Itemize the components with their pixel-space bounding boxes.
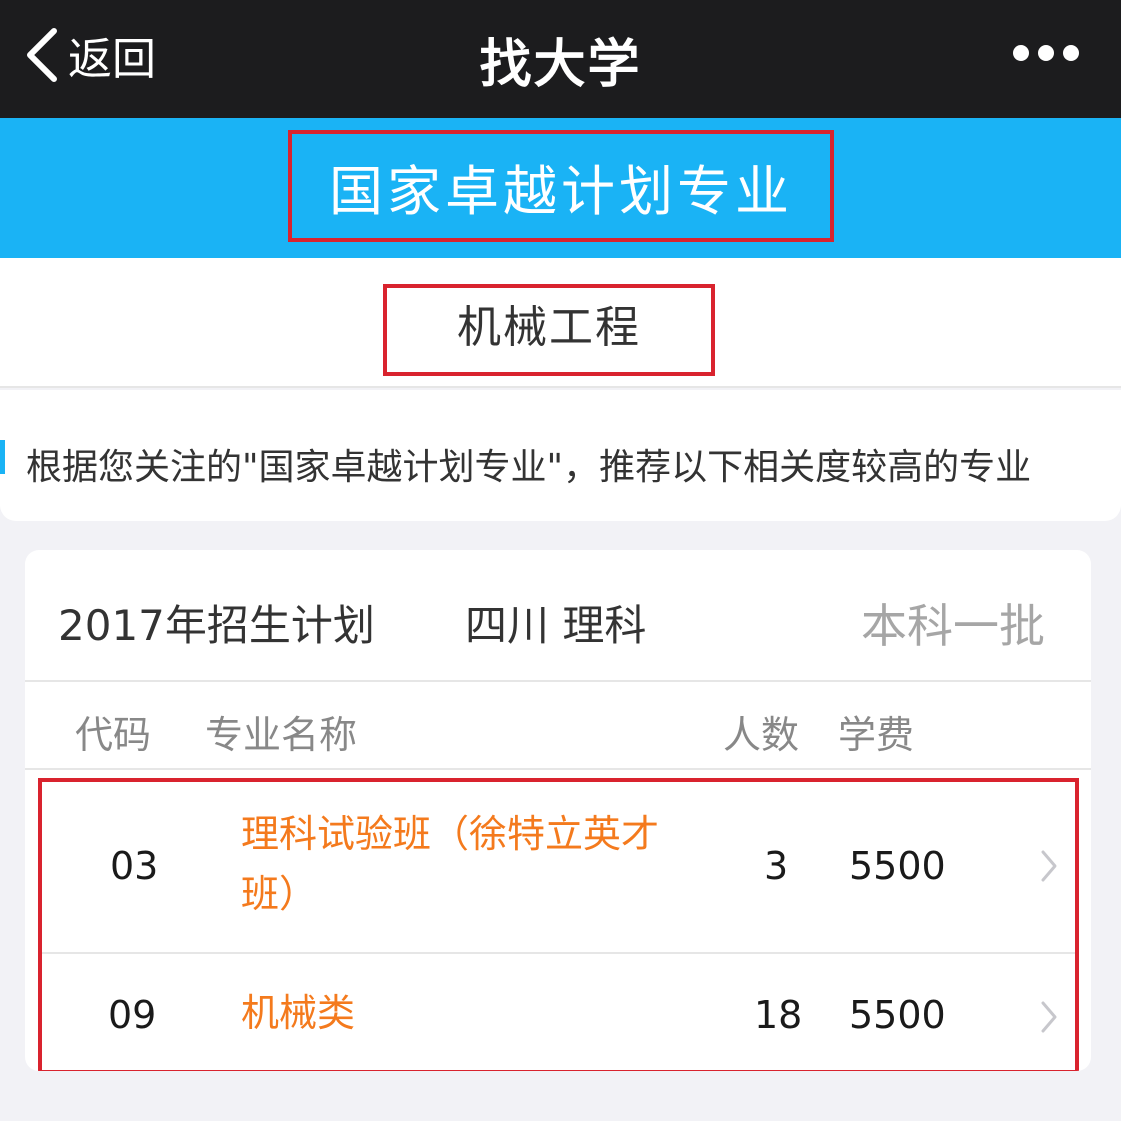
category-title: 国家卓越计划专业: [288, 130, 834, 242]
recommendation-notice: 根据您关注的"国家卓越计划专业"，推荐以下相关度较高的专业: [0, 390, 1121, 521]
chevron-right-icon: [1041, 1001, 1057, 1033]
header-name: 专业名称: [205, 713, 358, 757]
page-title: 找大学: [479, 35, 642, 95]
category-banner: 国家卓越计划专业: [0, 118, 1121, 258]
notice-text: 根据您关注的"国家卓越计划专业"，推荐以下相关度较高的专业: [26, 447, 1032, 488]
major-rows-highlight: 03 理科试验班（徐特立英才班） 3 5500 09 机械类 18 5500: [38, 778, 1079, 1071]
enrollment-plan-card: 2017年招生计划 四川 理科 本科一批 代码 专业名称 人数 学费 03 理科…: [25, 550, 1091, 1071]
chevron-right-icon: [1041, 850, 1057, 882]
plan-region-label: 四川 理科: [465, 601, 647, 650]
plan-header: 2017年招生计划 四川 理科 本科一批: [25, 550, 1091, 682]
row-code: 09: [108, 993, 157, 1037]
row-count: 3: [764, 844, 789, 888]
table-header: 代码 专业名称 人数 学费: [25, 684, 1091, 770]
row-major-name: 理科试验班（徐特立英才班）: [241, 812, 660, 916]
table-row[interactable]: 09 机械类 18 5500: [42, 955, 1075, 1071]
plan-year-label: 2017年招生计划: [58, 601, 375, 650]
header-fee: 学费: [838, 713, 915, 757]
notice-accent-bar: [0, 440, 5, 474]
more-dots-icon[interactable]: [1013, 38, 1079, 68]
header-count: 人数: [723, 713, 800, 757]
row-count: 18: [754, 993, 803, 1037]
row-major-name: 机械类: [241, 991, 356, 1035]
nav-bar: 返回 找大学: [0, 0, 1121, 118]
subject-highlight: 机械工程: [383, 284, 715, 376]
row-code: 03: [110, 844, 159, 888]
subject-bar: 机械工程: [0, 258, 1121, 388]
subject-name: 机械工程: [457, 302, 641, 353]
row-fee: 5500: [849, 993, 946, 1037]
row-fee: 5500: [849, 844, 946, 888]
plan-batch-label: 本科一批: [861, 599, 1045, 653]
table-row[interactable]: 03 理科试验班（徐特立英才班） 3 5500: [42, 782, 1075, 954]
header-code: 代码: [75, 713, 152, 757]
